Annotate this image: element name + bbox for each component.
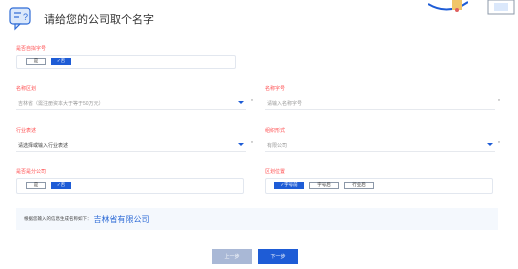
dropdown-arrow-icon — [238, 101, 244, 104]
brand-placeholder: 请输入名称字号 — [267, 101, 303, 107]
industry-placeholder: 请选择或输入行业表述 — [18, 143, 69, 149]
required-mark: * — [251, 99, 253, 105]
decor-illustration — [428, 0, 468, 12]
required-mark: * — [251, 141, 253, 147]
brand-label: 名称字号 — [265, 86, 286, 92]
help-chat-icon: ? — [9, 7, 31, 31]
self-brand-no-option[interactable]: ✓否 — [51, 58, 71, 65]
position-label: 区划位置 — [265, 169, 286, 175]
branch-toggle: 是 ✓否 — [26, 182, 71, 189]
generated-name-prefix: 根据您输入的信息生成名称如下： — [24, 216, 92, 221]
org-value: 有限公司 — [267, 143, 288, 149]
dropdown-arrow-icon — [487, 143, 493, 146]
region-select[interactable]: 吉林省（需注册资本大于等于50万元） — [16, 96, 246, 110]
generated-name: 吉林省有限公司 — [93, 214, 150, 224]
previous-step-button[interactable]: 上一步 — [212, 249, 252, 264]
self-brand-label: 是否自拟字号 — [16, 46, 47, 52]
required-mark: * — [498, 99, 500, 105]
brand-input[interactable]: 请输入名称字号 — [265, 96, 495, 110]
industry-select[interactable]: 请选择或输入行业表述 — [16, 138, 246, 152]
self-brand-toggle: 是 ✓否 — [26, 58, 71, 65]
generated-name-panel: 根据您输入的信息生成名称如下： 吉林省有限公司 — [16, 208, 498, 230]
branch-label: 是否是分公司 — [16, 169, 47, 175]
branch-yes-option[interactable]: 是 — [26, 182, 46, 189]
decor-illustration — [487, 0, 515, 15]
self-brand-yes-option[interactable]: 是 — [26, 58, 46, 65]
position-after-brand-option[interactable]: 字号后 — [309, 182, 339, 189]
region-value: 吉林省（需注册资本大于等于50万元） — [18, 101, 104, 107]
next-step-button[interactable]: 下一步 — [258, 249, 298, 264]
page-header: ? 请给您的公司取个名字 — [8, 4, 154, 34]
dropdown-arrow-icon — [238, 143, 244, 146]
org-label: 组织形式 — [265, 128, 286, 134]
org-select[interactable]: 有限公司 — [265, 138, 495, 152]
position-toggle: ✓字号前 字号后 行业后 — [274, 182, 374, 189]
region-label: 名称区划 — [16, 86, 37, 92]
svg-text:?: ? — [23, 12, 28, 22]
position-before-brand-option[interactable]: ✓字号前 — [274, 182, 304, 189]
required-mark: * — [498, 141, 500, 147]
page-title: 请给您的公司取个名字 — [44, 14, 154, 26]
industry-label: 行业表述 — [16, 128, 37, 134]
position-after-industry-option[interactable]: 行业后 — [344, 182, 374, 189]
branch-no-option[interactable]: ✓否 — [51, 182, 71, 189]
